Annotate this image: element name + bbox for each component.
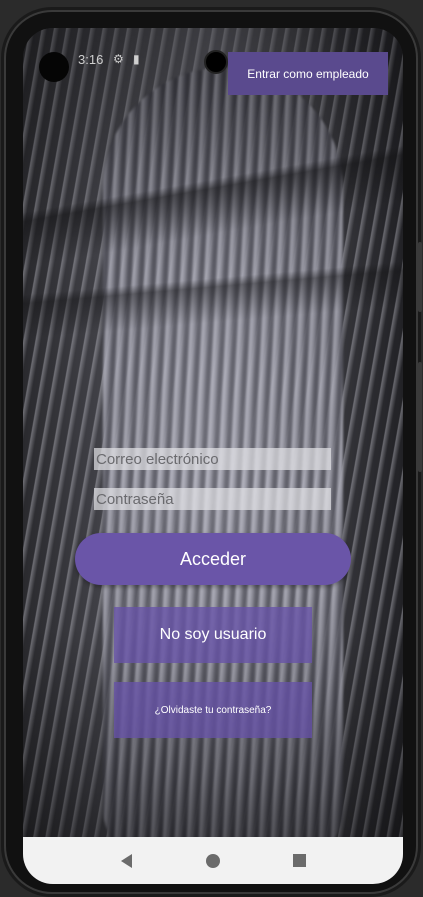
- password-field[interactable]: [94, 488, 331, 510]
- forgot-password-button[interactable]: ¿Olvidaste tu contraseña?: [114, 682, 312, 738]
- employee-login-button[interactable]: Entrar como empleado: [228, 52, 388, 95]
- camera-dot: [39, 52, 69, 82]
- power-button: [418, 362, 422, 472]
- not-user-button[interactable]: No soy usuario: [114, 607, 312, 663]
- home-circle-icon: [205, 853, 220, 868]
- navigation-bar: [23, 837, 403, 884]
- back-triangle-icon: [120, 853, 132, 868]
- sim-icon: ▮: [133, 52, 140, 66]
- back-button[interactable]: [111, 846, 141, 876]
- volume-button: [418, 242, 422, 312]
- recents-square-icon: [293, 854, 307, 867]
- front-camera: [204, 50, 228, 74]
- email-field[interactable]: [94, 448, 331, 470]
- home-button[interactable]: [198, 846, 228, 876]
- settings-icon: ⚙: [113, 52, 124, 66]
- app-screen: 3:16 ⚙ ▮ ▼ ◢ ▮ Entrar como empleado Acce…: [23, 28, 403, 884]
- status-time: 3:16: [78, 52, 104, 67]
- recents-button[interactable]: [285, 846, 315, 876]
- login-button[interactable]: Acceder: [75, 533, 351, 585]
